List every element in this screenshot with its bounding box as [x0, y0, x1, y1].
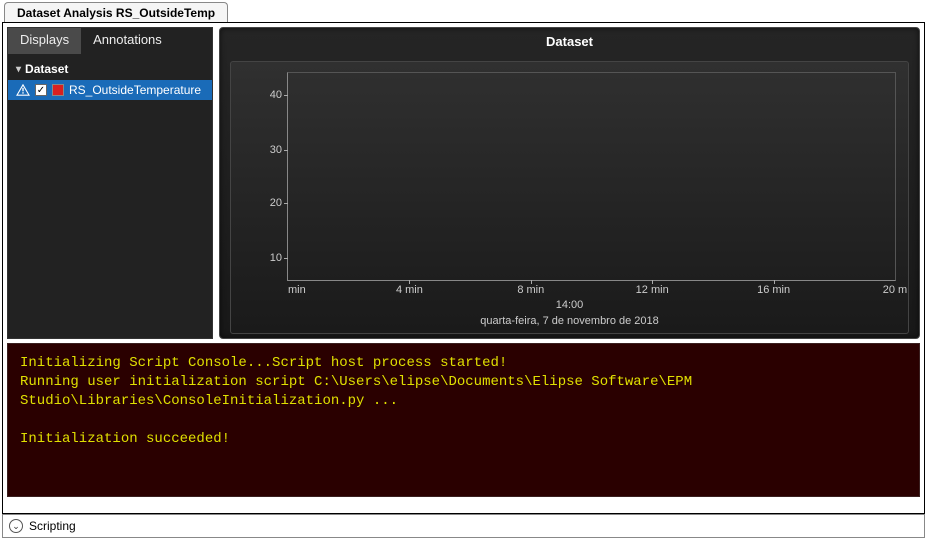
- footer-bar: ⌄ Scripting: [2, 514, 925, 538]
- x-tick-label: 8 min: [517, 280, 544, 296]
- tab-annotations-label: Annotations: [93, 32, 162, 47]
- document-tab-strip: Dataset Analysis RS_OutsideTemp: [0, 0, 927, 22]
- console-line: Running user initialization script C:\Us…: [20, 374, 701, 409]
- series-color-swatch[interactable]: [52, 84, 64, 96]
- footer-label[interactable]: Scripting: [29, 519, 76, 533]
- x-tick-label: 4 min: [396, 280, 423, 296]
- tree-item-rs-outsidetemperature[interactable]: ✓ RS_OutsideTemperature: [8, 80, 212, 100]
- sidebar: Displays Annotations ▾ Dataset: [7, 27, 213, 339]
- y-tick-mark: [284, 203, 288, 204]
- x-axis-date-label: quarta-feira, 7 de novembro de 2018: [231, 315, 908, 327]
- document-tab[interactable]: Dataset Analysis RS_OutsideTemp: [4, 2, 228, 22]
- collapse-arrow-icon: ▾: [16, 64, 21, 75]
- plot-area[interactable]: 40 30 20 10 min 4 min 8 min: [287, 72, 896, 281]
- tree-root[interactable]: ▾ Dataset: [8, 58, 212, 80]
- x-tick-label: 20 m: [883, 280, 907, 296]
- y-tick-mark: [284, 258, 288, 259]
- app-window: Dataset Analysis RS_OutsideTemp Displays…: [0, 0, 927, 540]
- main-panel: Displays Annotations ▾ Dataset: [2, 22, 925, 514]
- tab-annotations[interactable]: Annotations: [81, 28, 174, 54]
- x-tick-label: 16 min: [757, 280, 790, 296]
- visibility-checkbox[interactable]: ✓: [35, 84, 47, 96]
- document-tab-label: Dataset Analysis RS_OutsideTemp: [17, 6, 215, 20]
- tab-displays-label: Displays: [20, 32, 69, 47]
- chevron-down-icon[interactable]: ⌄: [9, 519, 23, 533]
- x-tick-label: min: [288, 280, 306, 296]
- x-tick-label: 12 min: [636, 280, 669, 296]
- console-line: Initialization succeeded!: [20, 431, 230, 447]
- top-area: Displays Annotations ▾ Dataset: [3, 23, 924, 343]
- dataset-tree: ▾ Dataset ✓ RS_OutsideTemperature: [8, 54, 212, 338]
- tree-root-label: Dataset: [25, 62, 68, 76]
- tree-item-label: RS_OutsideTemperature: [69, 83, 201, 97]
- chart-title: Dataset: [220, 28, 919, 55]
- y-tick-mark: [284, 95, 288, 96]
- sidebar-tabs: Displays Annotations: [8, 28, 212, 54]
- tab-displays[interactable]: Displays: [8, 28, 81, 54]
- script-console[interactable]: Initializing Script Console...Script hos…: [7, 343, 920, 497]
- x-axis-time-label: 14:00: [231, 299, 908, 311]
- chart-body[interactable]: 40 30 20 10 min 4 min 8 min: [230, 61, 909, 334]
- y-tick-mark: [284, 150, 288, 151]
- console-line: Initializing Script Console...Script hos…: [20, 355, 507, 371]
- warning-icon: [16, 84, 30, 96]
- chart-panel: Dataset 40 30 20 10 min: [219, 27, 920, 339]
